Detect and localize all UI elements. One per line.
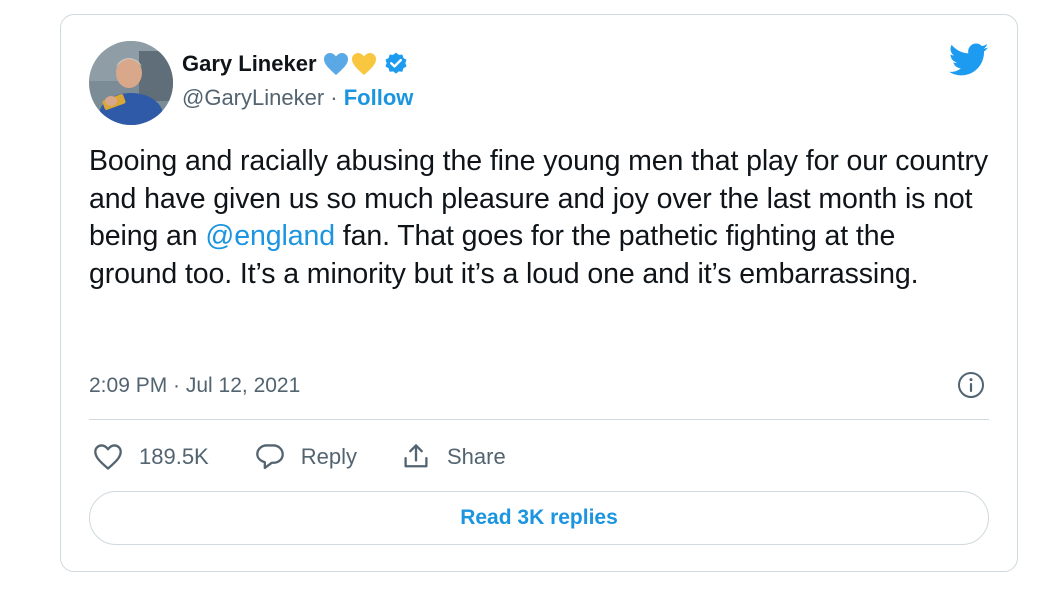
verified-badge-icon bbox=[385, 52, 407, 74]
like-count: 189.5K bbox=[139, 444, 209, 469]
tweet-timestamp[interactable]: 2:09 PM · Jul 12, 2021 bbox=[89, 372, 300, 400]
reply-label: Reply bbox=[300, 444, 357, 469]
divider bbox=[89, 419, 989, 420]
share-label: Share bbox=[446, 444, 506, 469]
author-handle-row: @GaryLineker · Follow bbox=[182, 84, 413, 112]
avatar[interactable] bbox=[89, 41, 173, 125]
handle-separator: · bbox=[324, 85, 344, 110]
author-name[interactable]: Gary Lineker bbox=[182, 51, 317, 77]
blue-heart-icon bbox=[323, 53, 348, 75]
speech-bubble-icon bbox=[255, 444, 284, 470]
yellow-heart-icon bbox=[351, 53, 376, 75]
author-name-row: Gary Lineker bbox=[182, 49, 409, 79]
tweet-text: Booing and racially abusing the fine you… bbox=[89, 143, 989, 293]
like-button[interactable]: 189.5K bbox=[93, 443, 209, 471]
tweet-actions: 189.5K Reply Share bbox=[93, 439, 506, 475]
follow-button[interactable]: Follow bbox=[344, 85, 414, 110]
reply-button[interactable]: Reply bbox=[255, 443, 357, 471]
info-icon[interactable] bbox=[957, 371, 985, 399]
mention-link[interactable]: @england bbox=[205, 220, 335, 252]
twitter-bird-icon[interactable] bbox=[949, 43, 989, 77]
embedded-tweet-card: Gary Lineker @GaryLineker · Follow Booin… bbox=[60, 14, 1018, 572]
heart-outline-icon bbox=[94, 444, 122, 470]
share-upload-icon bbox=[404, 444, 428, 468]
author-handle[interactable]: @GaryLineker bbox=[182, 85, 324, 110]
share-button[interactable]: Share bbox=[401, 443, 506, 471]
read-replies-button[interactable]: Read 3K replies bbox=[89, 491, 989, 545]
